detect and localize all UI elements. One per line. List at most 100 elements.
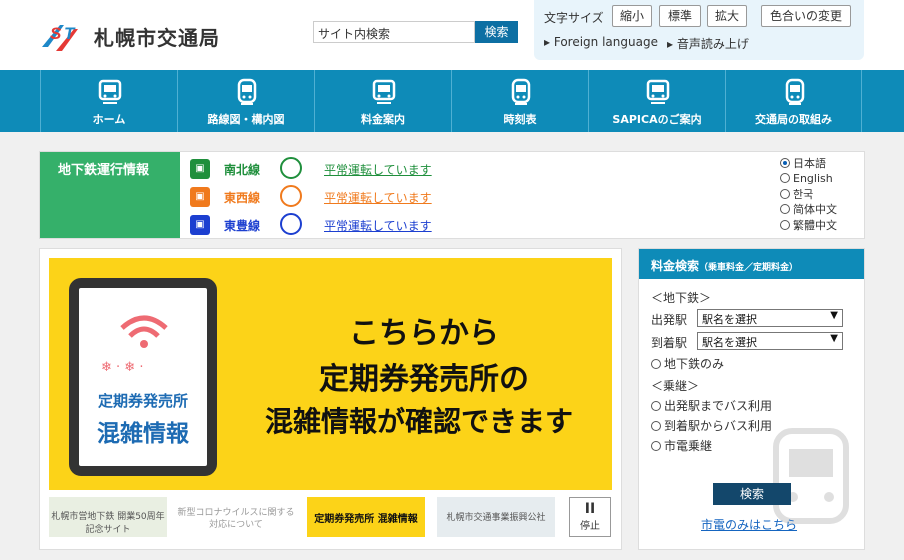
line-status-link[interactable]: 平常運転しています xyxy=(324,161,432,178)
nav-item-timetable[interactable]: 時刻表 xyxy=(451,70,588,132)
site-search-input[interactable]: サイト内検索 xyxy=(313,21,475,43)
svg-text:T: T xyxy=(64,24,76,43)
banner-thumbnails: 札幌市営地下鉄 開業50周年記念サイト 新型コロナウイルスに関する対応について … xyxy=(49,497,612,541)
fare-search-button[interactable]: 検索 xyxy=(713,483,791,505)
train-icon: ▣ xyxy=(190,187,210,207)
congestion-banner[interactable]: ❄ · ❄ · 定期券発売所 混雑情報 こちらから 定期券発売所の 混雑情報が確… xyxy=(49,258,612,490)
option-bus-from-arrival[interactable]: 到着駅からバス利用 xyxy=(651,417,772,434)
site-search-button[interactable]: 検索 xyxy=(475,21,518,43)
utility-panel: 文字サイズ 縮小 標準 拡大 色合いの変更 ▸ Foreign language… xyxy=(534,0,864,60)
radio-icon xyxy=(780,188,790,199)
timetable-icon xyxy=(511,78,531,105)
read-aloud-label: 音声読み上げ xyxy=(676,37,749,51)
banner-line-3: 混雑情報が確認できます xyxy=(264,405,573,438)
sapica-icon xyxy=(646,79,670,104)
arrival-select-value: 駅名を選択 xyxy=(702,336,757,349)
line-name: 南北線 xyxy=(224,163,261,177)
subway-status-title: 地下鉄運行情報 xyxy=(40,152,180,238)
text-shrink-button[interactable]: 縮小 xyxy=(612,5,652,27)
foreign-language-label: Foreign language xyxy=(553,35,658,49)
thumbnail-covid[interactable]: 新型コロナウイルスに関する対応について xyxy=(177,497,295,537)
departure-select-value: 駅名を選択 xyxy=(702,313,757,326)
status-circle-icon xyxy=(280,157,302,179)
thumbnail-anniversary[interactable]: 札幌市営地下鉄 開業50周年記念サイト xyxy=(49,497,167,537)
radio-icon xyxy=(651,420,661,431)
language-label: 简体中文 xyxy=(793,203,837,217)
line-status-link[interactable]: 平常運転しています xyxy=(324,217,432,234)
nav-label: 交通局の取組み xyxy=(755,113,832,126)
read-aloud-link[interactable]: ▸ 音声読み上げ xyxy=(667,35,749,52)
language-label: 한국 xyxy=(793,187,814,201)
option-label: 出発駅までバス利用 xyxy=(664,399,773,413)
option-label: 到着駅からバス利用 xyxy=(664,419,773,433)
language-option-en[interactable]: English xyxy=(780,171,860,187)
nav-label: 料金案内 xyxy=(361,113,405,126)
logo-text: 札幌市交通局 xyxy=(94,25,220,50)
route-map-icon xyxy=(237,78,257,105)
radio-icon xyxy=(780,204,790,215)
option-streetcar-transfer[interactable]: 市電乗継 xyxy=(651,437,712,454)
tablet-title: 定期券発売所 xyxy=(97,392,188,410)
departure-label: 出発駅 xyxy=(651,313,688,327)
radio-icon xyxy=(780,219,790,230)
pause-button[interactable]: II 停止 xyxy=(569,497,611,537)
language-option-ko[interactable]: 한국 xyxy=(780,186,860,202)
line-row-namboku: ▣ 南北線 平常運転しています xyxy=(190,157,490,181)
text-size-label: 文字サイズ xyxy=(544,11,604,25)
tablet-illustration: ❄ · ❄ · 定期券発売所 混雑情報 xyxy=(69,278,217,476)
pause-icon: II xyxy=(584,501,596,517)
banner-line-2: 定期券発売所の xyxy=(319,362,529,397)
nav-item-sapica[interactable]: SAPICAのご案内 xyxy=(588,70,725,132)
nav-item-route-map[interactable]: 路線図・構内図 xyxy=(177,70,314,132)
header: S T 札幌市交通局 サイト内検索 検索 文字サイズ 縮小 標準 拡大 色合いの… xyxy=(0,0,904,70)
arrival-station-select[interactable]: 駅名を選択 ▼ xyxy=(697,332,843,350)
line-row-toho: ▣ 東豊線 平常運転しています xyxy=(190,213,490,237)
fare-search-panel: 料金検索（乗車料金／定期料金） ＜地下鉄＞ 出発駅 駅名を選択 ▼ 到着駅 駅名を… xyxy=(638,248,865,550)
color-change-button[interactable]: 色合いの変更 xyxy=(761,5,851,27)
status-circle-icon xyxy=(280,213,302,235)
line-name: 東西線 xyxy=(224,191,261,205)
site-logo[interactable]: S T 札幌市交通局 xyxy=(38,16,248,56)
language-label: 日本語 xyxy=(793,156,826,170)
train-icon: ▣ xyxy=(190,215,210,235)
pause-label: 停止 xyxy=(580,521,600,532)
transfer-heading: ＜乗継＞ xyxy=(651,379,700,393)
st-logo-icon: S T xyxy=(42,24,78,51)
main-navigation: ホーム 路線図・構内図 料金案内 時刻表 SAPICAのご案内 交通局の取組み xyxy=(0,70,904,132)
chevron-down-icon: ▼ xyxy=(830,333,838,344)
thumbnail-promotion[interactable]: 札幌市交通事業振興公社 xyxy=(437,497,555,537)
wifi-icon xyxy=(120,315,168,348)
language-option-zh-tw[interactable]: 繁體中文 xyxy=(780,217,860,233)
option-label: 市電乗継 xyxy=(664,439,713,453)
language-label: 繁體中文 xyxy=(793,218,837,232)
arrival-label: 到着駅 xyxy=(651,336,688,350)
fare-search-header: 料金検索（乗車料金／定期料金） xyxy=(639,249,864,279)
departure-station-select[interactable]: 駅名を選択 ▼ xyxy=(697,309,843,327)
nav-item-initiatives[interactable]: 交通局の取組み xyxy=(725,70,862,132)
radio-icon xyxy=(651,400,661,411)
foreign-language-link[interactable]: ▸ Foreign language xyxy=(544,35,658,49)
option-label: 地下鉄のみ xyxy=(664,357,725,371)
language-option-zh-cn[interactable]: 简体中文 xyxy=(780,202,860,218)
status-circle-icon xyxy=(280,185,302,207)
nav-item-fare[interactable]: 料金案内 xyxy=(314,70,451,132)
nav-item-home[interactable]: ホーム xyxy=(40,70,177,132)
language-selector: 日本語 English 한국 简体中文 繁體中文 xyxy=(780,155,860,233)
option-subway-only[interactable]: 地下鉄のみ xyxy=(651,355,724,372)
line-name: 東豊線 xyxy=(224,219,261,233)
nav-label: ホーム xyxy=(92,113,126,126)
option-bus-to-departure[interactable]: 出発駅までバス利用 xyxy=(651,397,772,414)
radio-icon xyxy=(651,358,661,369)
subway-heading: ＜地下鉄＞ xyxy=(651,291,712,305)
fare-search-subtitle: （乗車料金／定期料金） xyxy=(699,263,799,273)
text-enlarge-button[interactable]: 拡大 xyxy=(707,5,747,27)
radio-icon xyxy=(651,440,661,451)
chevron-down-icon: ▼ xyxy=(830,310,838,321)
line-status-link[interactable]: 平常運転しています xyxy=(324,189,432,206)
fare-icon xyxy=(372,79,396,104)
text-standard-button[interactable]: 標準 xyxy=(659,5,701,27)
language-option-ja[interactable]: 日本語 xyxy=(780,155,860,171)
streetcar-only-link[interactable]: 市電のみはこちら xyxy=(701,516,797,533)
nav-label: SAPICAのご案内 xyxy=(612,113,702,126)
thumbnail-congestion[interactable]: 定期券発売所 混雑情報 xyxy=(307,497,425,537)
